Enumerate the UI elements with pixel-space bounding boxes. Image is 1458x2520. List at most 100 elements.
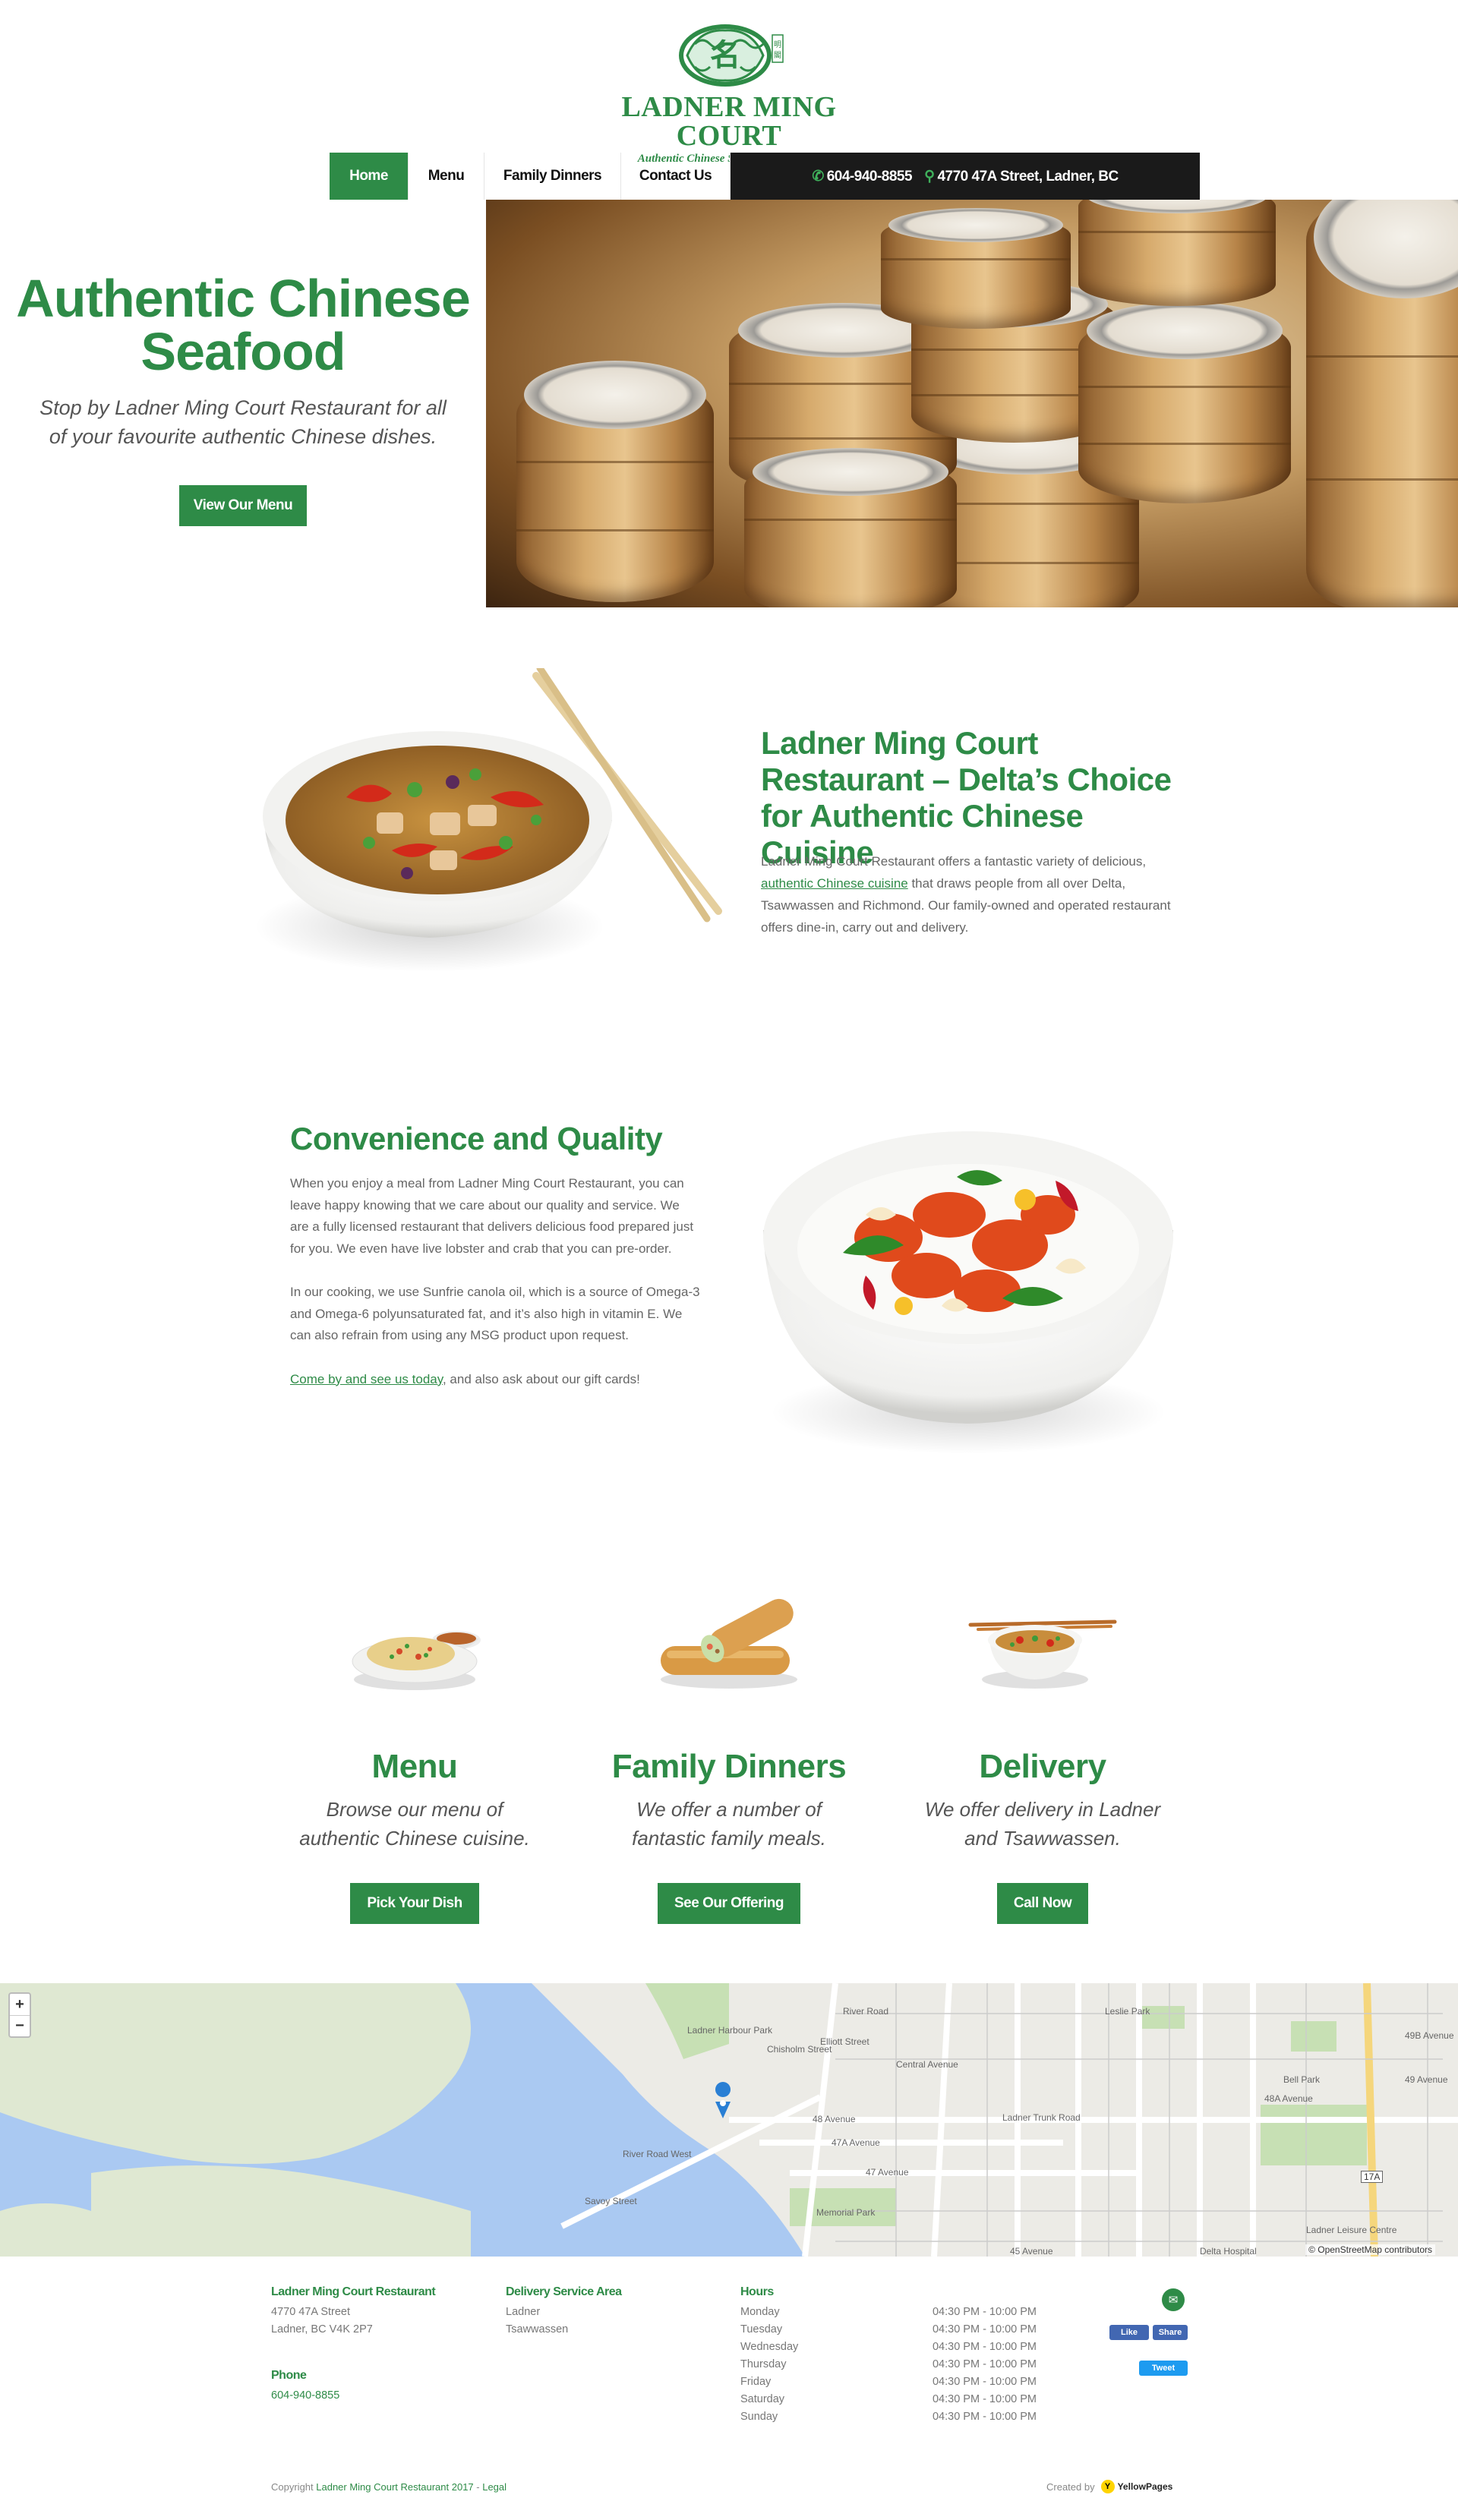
nav-family-dinners[interactable]: Family Dinners bbox=[484, 153, 621, 200]
footer-hours: Hours Monday 04:30 PM - 10:00 PM Tuesday 0… bbox=[740, 2285, 1037, 2426]
footer-phone-link[interactable]: 604-940-8855 bbox=[271, 2389, 339, 2402]
quality-title: Convenience and Quality bbox=[290, 1121, 663, 1156]
feature-delivery: Delivery We offer delivery in Ladner and… bbox=[906, 1579, 1179, 1924]
map-label: Bell Park bbox=[1283, 2074, 1321, 2085]
map-label: River Road West bbox=[623, 2149, 692, 2159]
pick-your-dish-button[interactable]: Pick Your Dish bbox=[350, 1883, 479, 1924]
footer-restaurant: Ladner Ming Court Restaurant 4770 47A St… bbox=[271, 2285, 436, 2405]
quality-paragraph: When you enjoy a meal from Ladner Ming C… bbox=[290, 1176, 694, 1256]
nav-phone[interactable]: ✆ 604-940-8855 bbox=[812, 168, 912, 185]
map-label: Ladner Leisure Centre bbox=[1306, 2225, 1397, 2235]
hours-row: Friday 04:30 PM - 10:00 PM bbox=[740, 2376, 1037, 2388]
legal-link[interactable]: Legal bbox=[482, 2481, 507, 2493]
map-label: Savoy Street bbox=[585, 2196, 637, 2206]
feature-title: Family Dinners bbox=[611, 1748, 847, 1785]
map-label: Central Avenue bbox=[896, 2059, 958, 2070]
footer-heading: Ladner Ming Court Restaurant bbox=[271, 2285, 436, 2298]
feature-text: We offer delivery in Ladner and Tsawwass… bbox=[924, 1798, 1161, 1850]
hero-title: Authentic Chinese Seafood bbox=[16, 269, 471, 381]
copyright-link[interactable]: Ladner Ming Court Restaurant 2017 bbox=[316, 2481, 473, 2493]
phone-icon: ✆ bbox=[812, 168, 824, 185]
quality-paragraph: In our cooking, we use Sunfrie canola oi… bbox=[290, 1285, 700, 1342]
nav-contact-info: ✆ 604-940-8855 ⚲ 4770 47A Street, Ladner, … bbox=[731, 153, 1200, 200]
copyright: Copyright Ladner Ming Court Restaurant 2… bbox=[271, 2481, 507, 2493]
map-label: River Road bbox=[843, 2006, 889, 2017]
call-now-button[interactable]: Call Now bbox=[996, 1883, 1089, 1924]
map-label: 47A Avenue bbox=[832, 2137, 880, 2148]
map-label: 45 Avenue bbox=[1010, 2246, 1053, 2257]
feature-text: Browse our menu of authentic Chinese cui… bbox=[299, 1798, 530, 1850]
map-tiles bbox=[0, 1983, 1458, 2257]
sweet-sour-shrimp-image bbox=[752, 1116, 1185, 1465]
map-label: 49 Avenue bbox=[1405, 2074, 1448, 2085]
authentic-cuisine-link[interactable]: authentic Chinese cuisine bbox=[761, 876, 908, 891]
logo[interactable]: 名 明 閣 LADNER MING COURT Authentic Chines… bbox=[581, 21, 877, 165]
hours-row: Wednesday 04:30 PM - 10:00 PM bbox=[740, 2341, 1037, 2353]
feature-text: We offer a number of fantastic family me… bbox=[632, 1798, 826, 1850]
map-label: 49B Avenue bbox=[1405, 2030, 1454, 2041]
location-map[interactable]: + − Ladner Harbour Park Chisholm Street … bbox=[0, 1983, 1458, 2257]
svg-text:名: 名 bbox=[710, 38, 740, 73]
highway-shield: 17A bbox=[1361, 2171, 1384, 2183]
map-pin-icon: ⚲ bbox=[924, 168, 935, 185]
footer-heading: Phone bbox=[271, 2369, 307, 2382]
footer-heading: Hours bbox=[740, 2285, 774, 2298]
map-label: 47 Avenue bbox=[866, 2167, 909, 2178]
email-icon[interactable]: ✉ bbox=[1162, 2288, 1185, 2311]
main-nav: Home Menu Family Dinners Contact Us ✆ 604… bbox=[330, 153, 1200, 200]
map-attribution[interactable]: © OpenStreetMap contributors bbox=[1305, 2244, 1435, 2255]
zoom-out-button[interactable]: − bbox=[10, 2015, 30, 2036]
noodle-bowl-small-image bbox=[906, 1579, 1179, 1701]
view-menu-button[interactable]: View Our Menu bbox=[179, 485, 307, 526]
intro-title: Ladner Ming Court Restaurant – Delta’s C… bbox=[761, 725, 1172, 870]
noodle-bowl-image bbox=[255, 664, 726, 987]
facebook-share-button[interactable]: Share bbox=[1153, 2325, 1188, 2340]
hero-dim-sum-image bbox=[486, 200, 1458, 607]
map-label: Leslie Park bbox=[1105, 2006, 1150, 2017]
feature-family-dinners: Family Dinners We offer a number of fant… bbox=[592, 1579, 866, 1924]
logo-emblem: 名 明 閣 bbox=[672, 21, 786, 90]
nav-contact-us[interactable]: Contact Us bbox=[621, 153, 731, 200]
footer-street: 4770 47A Street bbox=[271, 2306, 350, 2318]
map-label: Ladner Trunk Road bbox=[1002, 2112, 1081, 2123]
come-see-us-link[interactable]: Come by and see us today bbox=[290, 1372, 443, 1386]
yellowpages-logo[interactable]: Y YellowPages bbox=[1100, 2480, 1172, 2493]
svg-text:明: 明 bbox=[774, 40, 781, 49]
fried-rice-image bbox=[278, 1579, 551, 1701]
zoom-in-button[interactable]: + bbox=[10, 1994, 30, 2015]
hero: Authentic Chinese Seafood Stop by Ladner… bbox=[0, 200, 486, 607]
map-label: Ladner Harbour Park bbox=[687, 2025, 773, 2036]
hero-text: Stop by Ladner Ming Court Restaurant for… bbox=[39, 396, 447, 448]
feature-title: Delivery bbox=[979, 1748, 1106, 1785]
svg-text:閣: 閣 bbox=[774, 51, 781, 60]
nav-menu[interactable]: Menu bbox=[409, 153, 484, 200]
footer-heading: Delivery Service Area bbox=[506, 2285, 622, 2298]
map-label: 48 Avenue bbox=[813, 2114, 856, 2124]
nav-home[interactable]: Home bbox=[330, 153, 409, 200]
map-label: Elliott Street bbox=[820, 2036, 869, 2047]
see-our-offering-button[interactable]: See Our Offering bbox=[657, 1883, 801, 1924]
intro-text: Ladner Ming Court Restaurant offers a fa… bbox=[761, 854, 1171, 935]
feature-menu: Menu Browse our menu of authentic Chines… bbox=[278, 1579, 551, 1924]
spring-rolls-image bbox=[592, 1579, 866, 1701]
tweet-button[interactable]: Tweet bbox=[1139, 2361, 1188, 2376]
quality-text: When you enjoy a meal from Ladner Ming C… bbox=[290, 1173, 700, 1412]
hours-row: Monday 04:30 PM - 10:00 PM bbox=[740, 2306, 1037, 2318]
quality-cta-paragraph: Come by and see us today, and also ask a… bbox=[290, 1371, 640, 1386]
hours-row: Saturday 04:30 PM - 10:00 PM bbox=[740, 2393, 1037, 2405]
map-label: Memorial Park bbox=[816, 2207, 876, 2218]
yellowpages-icon: Y bbox=[1100, 2480, 1115, 2493]
created-by: Created by Y YellowPages bbox=[1046, 2480, 1173, 2493]
logo-title: LADNER MING COURT bbox=[621, 91, 837, 152]
footer-city: Ladner, BC V4K 2P7 bbox=[271, 2323, 373, 2335]
delivery-area: Tsawwassen bbox=[506, 2323, 569, 2335]
map-zoom-control: + − bbox=[8, 1992, 31, 2038]
dragon-emblem-icon: 名 明 閣 bbox=[679, 24, 784, 87]
map-label: Delta Hospital bbox=[1200, 2246, 1257, 2257]
facebook-like-button[interactable]: Like bbox=[1109, 2325, 1149, 2340]
nav-address[interactable]: ⚲ 4770 47A Street, Ladner, BC bbox=[924, 168, 1119, 185]
feature-title: Menu bbox=[371, 1748, 458, 1785]
delivery-area: Ladner bbox=[506, 2306, 541, 2318]
footer-delivery: Delivery Service Area Ladner Tsawwassen bbox=[506, 2285, 622, 2339]
map-label: 48A Avenue bbox=[1264, 2093, 1313, 2104]
